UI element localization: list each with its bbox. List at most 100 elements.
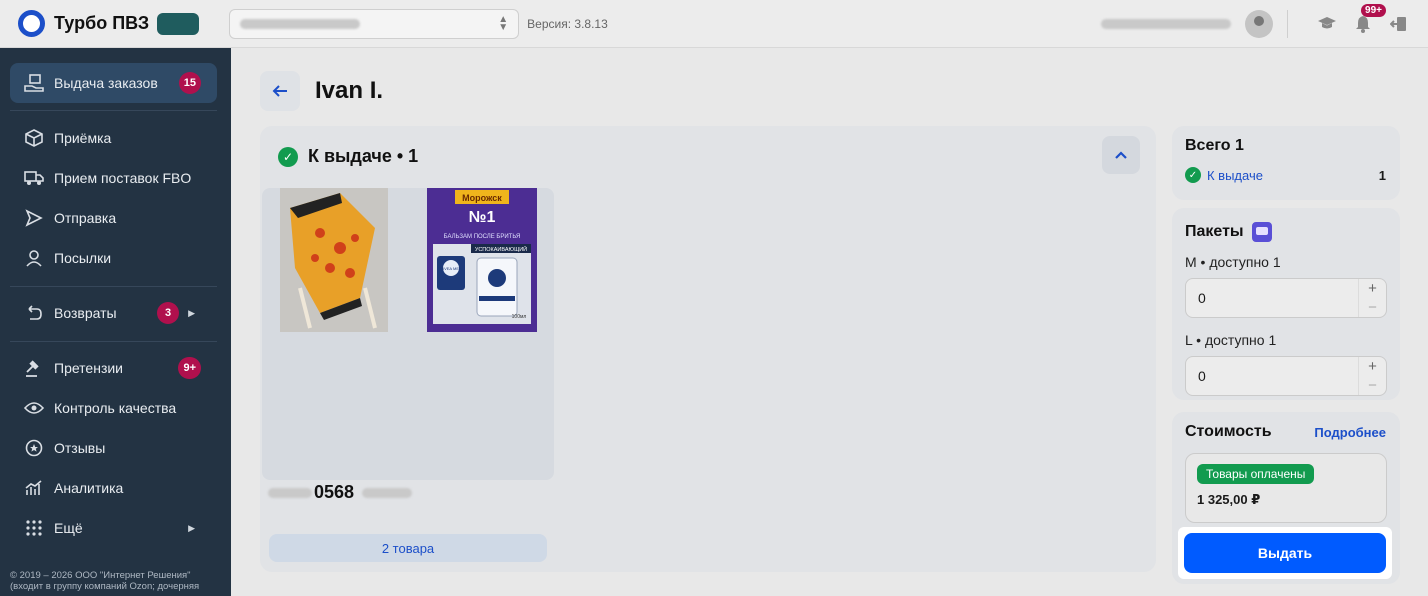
items-count-button[interactable]: 2 товара [269, 534, 547, 562]
order-number-suffix: 0568 [314, 482, 355, 502]
page-title: Ivan I. [315, 77, 384, 104]
copyright: © 2019 – 2026 ООО "Интернет Решения" (вх… [10, 570, 200, 592]
notifications-badge: 99+ [1361, 4, 1386, 17]
total-price: 1 325,00 ₽ [1197, 492, 1261, 507]
sidebar-item-receiving[interactable]: Приёмка [10, 118, 217, 158]
check-circle-icon: ✓ [1185, 167, 1201, 183]
back-button[interactable] [260, 71, 300, 111]
package-icon [1251, 222, 1272, 242]
check-circle-icon: ✓ [278, 146, 298, 167]
sidebar: Выдача заказов 15 Приёмка Прием поставок… [0, 48, 231, 596]
order-number: 0568 [268, 482, 413, 503]
plus-icon[interactable]: + [1368, 280, 1377, 297]
chevron-up-icon [1115, 151, 1127, 159]
balm-number-text: №1 [469, 209, 496, 226]
group-title: К выдаче • 1 [308, 146, 419, 166]
dots-grid-icon [24, 518, 44, 538]
sidebar-item-label: Отзывы [54, 440, 106, 456]
minus-icon[interactable]: − [1368, 299, 1377, 316]
packages-card: Пакеты M • доступно 1 0 + − L • доступно… [1172, 208, 1400, 400]
packages-title: Пакеты [1185, 223, 1244, 240]
orders-count-badge: 15 [178, 72, 201, 94]
summary-count: 1 [1378, 167, 1386, 183]
chevron-right-icon: ▶ [188, 307, 195, 318]
avatar[interactable] [1245, 10, 1273, 38]
minus-icon[interactable]: − [1368, 377, 1377, 394]
pickup-point-value [240, 18, 361, 29]
sidebar-item-label: Прием поставок FBO [54, 170, 192, 186]
hand-box-icon [24, 73, 44, 93]
gavel-icon [24, 358, 44, 378]
product-image-scarf[interactable] [280, 188, 388, 332]
orders-group: ✓ К выдаче • 1 Морожск №1 БАЛЬЗАМ ПОСЛЕ … [260, 126, 1156, 572]
logo[interactable]: Турбо ПВЗ [18, 10, 200, 37]
package-l-label: L • доступно 1 [1185, 332, 1277, 348]
issue-button-highlight: Выдать [1178, 527, 1392, 579]
divider [10, 286, 217, 287]
return-icon [24, 303, 44, 323]
details-link[interactable]: Подробнее [1314, 425, 1386, 440]
package-m-stepper[interactable]: 0 + − [1185, 278, 1387, 318]
balm-desc-text: БАЛЬЗАМ ПОСЛЕ БРИТЬЯ [444, 234, 521, 240]
logout-icon[interactable] [1388, 13, 1410, 35]
sidebar-item-label: Возвраты [54, 305, 117, 321]
sidebar-item-claims[interactable]: Претензии 9+ [10, 348, 217, 388]
box-icon [24, 128, 44, 148]
collapse-button[interactable] [1102, 136, 1140, 174]
sidebar-item-label: Аналитика [54, 480, 124, 496]
package-m-value: 0 [1198, 290, 1206, 306]
bell-icon[interactable]: 99+ [1352, 4, 1386, 35]
order-card[interactable]: Морожск №1 БАЛЬЗАМ ПОСЛЕ БРИТЬЯ УСПОКАИВ… [260, 188, 555, 572]
person-icon [24, 248, 44, 268]
sidebar-item-parcels[interactable]: Посылки [10, 238, 217, 278]
balm-strip-text: УСПОКАИВАЮЩИЙ [475, 245, 527, 253]
balm-brand-text: NIVEA MEN [440, 266, 462, 271]
cost-title: Стоимость [1185, 423, 1272, 440]
sidebar-item-quality[interactable]: Контроль качества [10, 388, 217, 428]
brand-badge [157, 12, 200, 35]
eye-icon [24, 398, 44, 418]
sidebar-item-analytics[interactable]: Аналитика [10, 468, 217, 508]
product-image-balm[interactable]: Морожск №1 БАЛЬЗАМ ПОСЛЕ БРИТЬЯ УСПОКАИВ… [427, 188, 537, 332]
sidebar-item-label: Приёмка [54, 130, 112, 146]
claims-count-badge: 9+ [178, 357, 201, 379]
truck-icon [24, 168, 44, 188]
chart-icon [24, 478, 44, 498]
chevron-right-icon: ▶ [188, 522, 195, 533]
graduation-cap-icon[interactable] [1316, 13, 1338, 35]
divider [10, 341, 217, 342]
returns-count-badge: 3 [157, 302, 179, 324]
order-number-extra [362, 487, 413, 498]
user-name [1101, 19, 1231, 29]
balm-top-text: Морожск [462, 193, 502, 203]
logo-icon [18, 10, 45, 37]
pickup-point-select[interactable]: ▲ ▼ [229, 8, 520, 39]
top-bar: Турбо ПВЗ ▲ ▼ Версия: 3.8.13 99+ [0, 0, 1428, 48]
send-icon [24, 208, 44, 228]
issue-button[interactable]: Выдать [1184, 533, 1386, 573]
sidebar-item-shipping[interactable]: Отправка [10, 198, 217, 238]
sidebar-item-fbo[interactable]: Прием поставок FBO [10, 158, 217, 198]
summary-card: Всего 1 ✓ К выдаче 1 [1172, 126, 1400, 200]
plus-icon[interactable]: + [1368, 358, 1377, 375]
package-m-label: M • доступно 1 [1185, 254, 1281, 270]
sidebar-item-label: Ещё [54, 520, 83, 536]
order-number-prefix [268, 487, 312, 498]
sidebar-item-orders-issue[interactable]: Выдача заказов 15 [10, 63, 217, 103]
sidebar-item-label: Отправка [54, 210, 117, 226]
arrow-left-icon [272, 85, 287, 97]
balm-volume-text: 100мл [512, 314, 527, 320]
package-l-stepper[interactable]: 0 + − [1185, 356, 1387, 396]
sidebar-item-returns[interactable]: Возвраты 3 ▶ [10, 293, 217, 333]
app-version: Версия: 3.8.13 [527, 16, 608, 31]
star-bubble-icon [24, 438, 44, 458]
brand-name: Турбо ПВЗ [54, 13, 150, 33]
divider [10, 110, 217, 111]
summary-status-link[interactable]: К выдаче [1207, 168, 1263, 183]
sidebar-item-reviews[interactable]: Отзывы [10, 428, 217, 468]
divider [1287, 10, 1288, 38]
order-images: Морожск №1 БАЛЬЗАМ ПОСЛЕ БРИТЬЯ УСПОКАИВ… [262, 188, 554, 332]
sidebar-item-label: Контроль качества [54, 400, 177, 416]
sidebar-item-more[interactable]: Ещё ▶ [10, 508, 217, 548]
package-l-value: 0 [1198, 368, 1206, 384]
